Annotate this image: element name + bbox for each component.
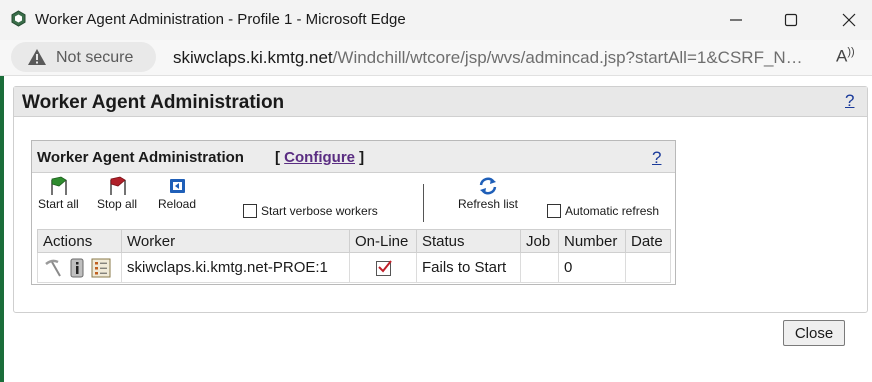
log-list-icon[interactable] <box>91 258 111 278</box>
page-help-link[interactable]: ? <box>845 91 854 111</box>
stop-all-label: Stop all <box>97 197 138 211</box>
refresh-icon <box>479 177 497 195</box>
worker-admin-header: Worker Agent Administration [ Configure … <box>32 141 675 173</box>
row-actions-cell <box>37 252 122 283</box>
row-status-cell: Fails to Start <box>416 252 521 283</box>
window-title-bar: Worker Agent Administration - Profile 1 … <box>0 0 872 40</box>
minimize-icon <box>730 19 742 21</box>
configure-link[interactable]: Configure <box>284 149 355 166</box>
column-header-status: Status <box>416 229 521 253</box>
not-secure-label: Not secure <box>56 49 134 66</box>
online-checkbox <box>375 259 392 276</box>
reload-icon <box>170 179 186 193</box>
address-bar: Not secure skiwclaps.ki.kmtg.net/Windchi… <box>0 40 872 76</box>
url-path: /Windchill/wtcore/jsp/wvs/admincad.jsp?s… <box>332 48 803 67</box>
close-icon <box>842 13 856 27</box>
url-field[interactable]: skiwclaps.ki.kmtg.net/Windchill/wtcore/j… <box>173 48 803 68</box>
verbose-workers-checkbox[interactable] <box>243 204 257 218</box>
row-date-cell <box>625 252 671 283</box>
refresh-list-button[interactable]: Refresh list <box>458 176 518 211</box>
column-header-actions: Actions <box>37 229 122 253</box>
row-online-cell <box>349 252 417 283</box>
worker-toolbar: Start all Stop all Reload Start verbose … <box>32 174 675 224</box>
edge-app-icon <box>11 10 26 27</box>
toolbar-separator <box>423 184 424 222</box>
row-job-cell <box>520 252 559 283</box>
column-header-date: Date <box>625 229 671 253</box>
column-header-job: Job <box>520 229 559 253</box>
window-title: Worker Agent Administration - Profile 1 … <box>35 11 406 28</box>
worker-admin-panel: Worker Agent Administration [ Configure … <box>31 140 676 285</box>
configure-open-bracket: [ <box>275 149 285 166</box>
checkmark-icon <box>377 259 392 273</box>
main-panel: Worker Agent Administration ? Worker Age… <box>13 86 868 313</box>
reload-label: Reload <box>158 197 197 211</box>
maximize-icon <box>784 13 798 27</box>
table-row: skiwclaps.ki.kmtg.net-PROE:1 Fails to St… <box>37 252 671 283</box>
reload-button[interactable]: Reload <box>158 176 196 211</box>
panel-help-link[interactable]: ? <box>652 148 661 168</box>
pickaxe-icon[interactable] <box>43 258 63 278</box>
close-button[interactable]: Close <box>783 320 845 346</box>
column-header-online: On-Line <box>349 229 417 253</box>
warning-icon <box>28 49 46 65</box>
minimize-button[interactable] <box>716 6 756 34</box>
url-host: skiwclaps.ki.kmtg.net <box>173 48 333 67</box>
site-security-indicator[interactable]: Not secure <box>11 42 156 72</box>
stop-all-button[interactable]: Stop all <box>97 176 137 211</box>
workers-table: Actions Worker On-Line Status Job Number… <box>37 229 671 283</box>
automatic-refresh-label: Automatic refresh <box>565 204 660 218</box>
red-flag-icon <box>110 176 126 195</box>
close-window-button[interactable] <box>829 6 869 34</box>
panel-title: Worker Agent Administration <box>37 149 244 166</box>
configure-group: [ Configure ] <box>275 149 364 166</box>
row-worker-cell: skiwclaps.ki.kmtg.net-PROE:1 <box>121 252 350 283</box>
info-icon[interactable] <box>70 258 84 278</box>
main-panel-header: Worker Agent Administration ? <box>14 87 867 117</box>
read-aloud-icon[interactable]: A)) <box>836 46 855 67</box>
configure-close-bracket: ] <box>355 149 365 166</box>
column-header-number: Number <box>558 229 626 253</box>
page-title: Worker Agent Administration <box>22 92 285 113</box>
column-header-worker: Worker <box>121 229 350 253</box>
maximize-button[interactable] <box>771 6 811 34</box>
table-header-row: Actions Worker On-Line Status Job Number… <box>37 229 671 253</box>
refresh-list-label: Refresh list <box>458 197 519 211</box>
automatic-refresh-checkbox[interactable] <box>547 204 561 218</box>
verbose-workers-label: Start verbose workers <box>261 204 378 218</box>
green-flag-icon <box>51 176 68 195</box>
start-all-button[interactable]: Start all <box>38 176 79 211</box>
row-number-cell: 0 <box>558 252 626 283</box>
start-all-label: Start all <box>38 197 79 211</box>
